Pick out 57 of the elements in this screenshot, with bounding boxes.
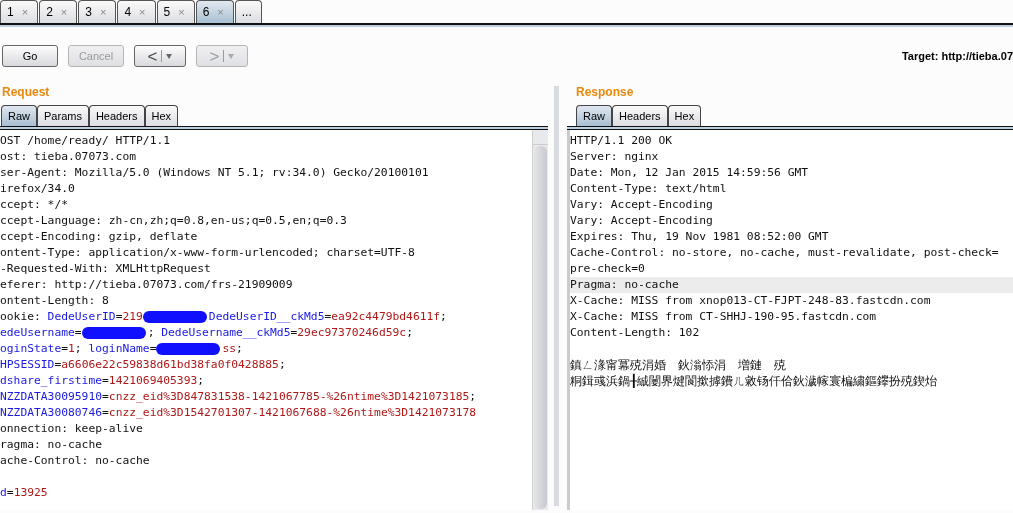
- code-line: ost: tieba.07073.com: [0, 149, 138, 165]
- history-button[interactable]: <: [134, 45, 186, 67]
- panel-title: Response: [575, 84, 635, 101]
- repeater-tab[interactable]: 4 ×: [117, 0, 156, 23]
- toolbar-button[interactable]: Go: [2, 45, 58, 67]
- code-line: HPSESSID=a6606e22c59838d61bd38fa0f0428885;: [0, 357, 287, 373]
- code-line: pre-check=0: [570, 261, 646, 277]
- code-line: Vary: Accept-Encoding: [570, 197, 714, 213]
- code-line: Content-Type: text/html: [570, 181, 728, 197]
- code-line: ontent-Type: application/x-www-form-urlencoded; charset=UTF-8: [0, 245, 416, 261]
- code-line: ccept-Encoding: gzip, deflate: [0, 229, 199, 245]
- code-line: OST /home/ready/ HTTP/1.1: [0, 133, 172, 149]
- code-line: ser-Agent: Mozilla/5.0 (Windows NT 5.1; rv:34.0) Gecko/20100101: [0, 165, 430, 181]
- repeater-tab[interactable]: 3 ×: [78, 0, 117, 23]
- view-tab[interactable]: Raw: [1, 105, 37, 126]
- repeater-tab[interactable]: 6 ×: [195, 0, 234, 23]
- code-line: eferer: http://tieba.07073.com/frs-21909009: [0, 277, 294, 293]
- code-line: onnection: keep-alive: [0, 421, 144, 437]
- view-tab[interactable]: Raw: [576, 105, 612, 126]
- code-line: ccept-Language: zh-cn,zh;q=0.8,en-us;q=0.5,en;q=0.3: [0, 213, 348, 229]
- code-line: Vary: Accept-Encoding: [570, 213, 714, 229]
- code-line: dshare_firstime=1421069405393;: [0, 373, 206, 389]
- code-line: ragma: no-cache: [0, 437, 104, 453]
- view-tab[interactable]: Params: [37, 105, 89, 126]
- code-line: X-Cache: MISS from xnop013-CT-FJPT-248-83.fastcdn.com: [570, 293, 932, 309]
- view-tab[interactable]: Headers: [88, 105, 145, 126]
- scrollbar[interactable]: [532, 130, 548, 510]
- code-line: ookie: DedeUserID=219 DedeUserID__ckMd5=ea92c4479bd4611f;: [0, 309, 448, 325]
- code-line: X-Cache: MISS from CT-SHHJ-190-95.fastcdn.com: [570, 309, 878, 325]
- code-line: NZZDATA30095910=cnzz_eid%3D847831538-1421067785-%26ntime%3D1421073185;: [0, 389, 478, 405]
- target-url: Target: http://tieba.07: [901, 50, 1013, 62]
- view-tab[interactable]: Headers: [612, 105, 668, 126]
- code-line: oginState=1; loginName= ss;: [0, 341, 244, 357]
- repeater-tab[interactable]: ...: [234, 0, 262, 23]
- code-line: d=13925: [0, 485, 49, 501]
- view-tab[interactable]: Hex: [144, 105, 179, 126]
- code-line: Expires: Thu, 19 Nov 1981 08:52:00 GMT: [570, 229, 830, 245]
- code-line: 鎮ㄥ湪甯冪殑涓婚 鈥滃悿涓 増鏈 殑: [570, 357, 787, 373]
- code-line: NZZDATA30080746=cnzz_eid%3D1542701307-1421067688-%26ntime%3D1421073178: [0, 405, 478, 421]
- repeater-tab[interactable]: 1 ×: [0, 0, 39, 23]
- code-line: Server: nginx: [570, 149, 660, 165]
- code-line: 粡鍓彧浜鍋╂絾闄界煡閬撳摢鐨ㄦ敹钖仟佮鈥濊幏寰楄繍鏂鑻扮殑鍥炲: [570, 373, 939, 389]
- code-line: edeUsername= ; DedeUsername__ckMd5=29ec97370246d59c;: [0, 325, 414, 341]
- repeater-tab[interactable]: 5 ×: [156, 0, 195, 23]
- code-line: ontent-Length: 8: [0, 293, 110, 309]
- code-line: -Requested-With: XMLHttpRequest: [0, 261, 212, 277]
- repeater-tab[interactable]: 2 ×: [39, 0, 78, 23]
- splitter[interactable]: [554, 86, 559, 506]
- code-line: HTTP/1.1 200 OK: [570, 133, 674, 149]
- code-line: ache-Control: no-cache: [0, 453, 151, 469]
- view-tab[interactable]: Hex: [667, 105, 702, 126]
- code-line: irefox/34.0: [0, 181, 76, 197]
- panel-title: Request: [1, 84, 51, 101]
- code-line: Cache-Control: no-store, no-cache, must-revalidate, post-check=: [570, 245, 1000, 261]
- code-line: Content-Length: 102: [570, 325, 701, 341]
- code-line: Date: Mon, 12 Jan 2015 14:59:56 GMT: [570, 165, 810, 181]
- code-line: ccept: */*: [0, 197, 69, 213]
